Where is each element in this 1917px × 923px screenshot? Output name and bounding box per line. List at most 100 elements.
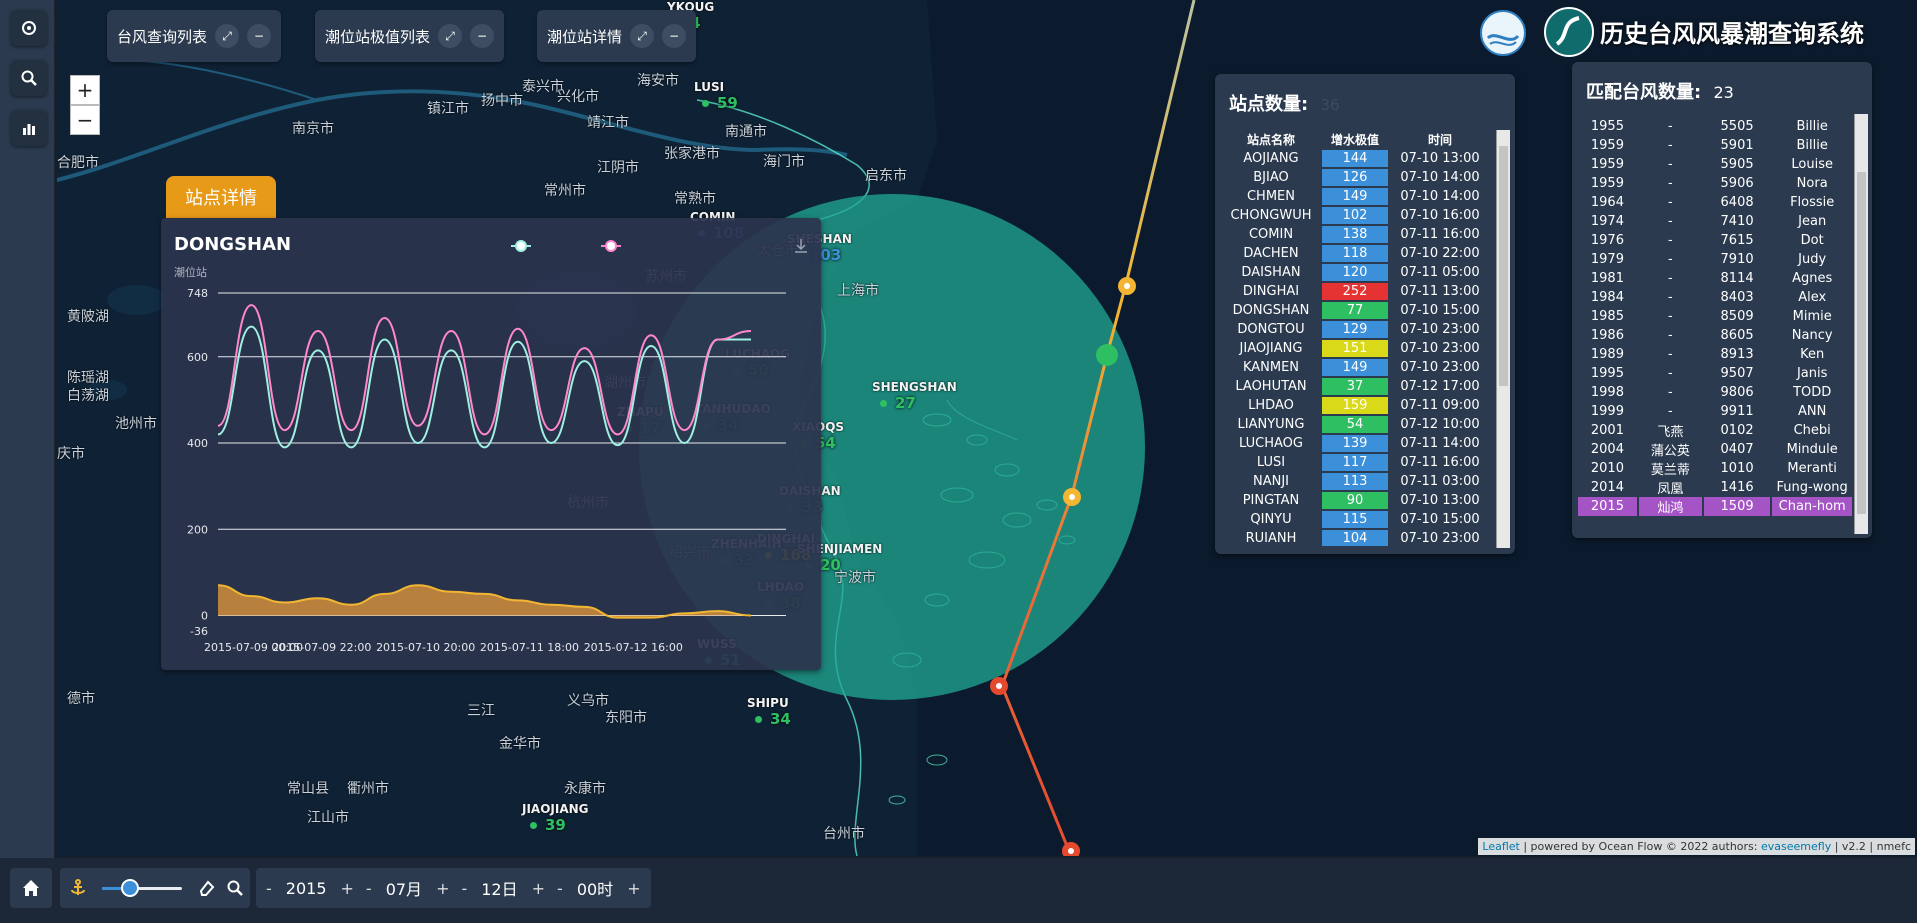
typhoon-row[interactable]: 1981 - 8114 Agnes bbox=[1578, 269, 1852, 288]
map-station-marker[interactable]: LUSI 59 bbox=[694, 80, 738, 112]
typhoon-row[interactable]: 1979 - 7910 Judy bbox=[1578, 250, 1852, 269]
typhoon-row[interactable]: 1955 - 5505 Billie bbox=[1578, 117, 1852, 136]
typhoon-row[interactable]: 2010 莫兰蒂 1010 Meranti bbox=[1578, 459, 1852, 478]
chart-series-line[interactable] bbox=[217, 325, 751, 449]
station-extreme-list-button[interactable]: 潮位站极值列表 ⤢ − bbox=[315, 10, 505, 62]
map-city-label: 黄陂湖 bbox=[67, 309, 109, 325]
station-row[interactable]: RUIANH 104 07-10 23:00 bbox=[1225, 529, 1487, 546]
station-detail-button[interactable]: 潮位站详情 ⤢ − bbox=[537, 10, 697, 62]
search-icon[interactable] bbox=[226, 879, 244, 897]
typhoon-scrollbar[interactable] bbox=[1854, 114, 1868, 534]
hour-increment[interactable]: + bbox=[621, 879, 646, 898]
station-row[interactable]: DAISHAN 120 07-11 05:00 bbox=[1225, 263, 1487, 282]
minimize-icon[interactable]: − bbox=[470, 24, 495, 48]
slider-knob[interactable] bbox=[121, 879, 139, 897]
station-row[interactable]: LHDAO 159 07-11 09:00 bbox=[1225, 396, 1487, 415]
typhoon-row-cn-name: - bbox=[1667, 366, 1673, 381]
expand-icon[interactable]: ⤢ bbox=[438, 24, 463, 48]
zoom-out-button[interactable]: − bbox=[70, 105, 100, 135]
station-scroll-thumb[interactable] bbox=[1499, 146, 1508, 386]
locate-icon[interactable] bbox=[11, 10, 47, 46]
bar-chart-icon[interactable] bbox=[11, 110, 47, 146]
station-table-wrap[interactable]: 站点名称 增水极值 时间 AOJIANG 144 07-10 13:00 BJIA… bbox=[1223, 130, 1493, 546]
station-row[interactable]: DONGSHAN 77 07-10 15:00 bbox=[1225, 301, 1487, 320]
station-row[interactable]: CHMEN 149 07-10 14:00 bbox=[1225, 187, 1487, 206]
typhoon-row-name: Jean bbox=[1798, 214, 1827, 229]
bottom-toolbar: - 2015 + - 07月 + - 12日 + - 00时 + bbox=[0, 858, 1917, 923]
station-detail-tab[interactable]: 站点详情 bbox=[166, 176, 276, 218]
typhoon-row[interactable]: 2014 凤凰 1416 Fung-wong bbox=[1578, 478, 1852, 497]
typhoon-row[interactable]: 1995 - 9507 Janis bbox=[1578, 364, 1852, 383]
station-row-name: DINGHAI bbox=[1242, 284, 1300, 299]
day-decrement[interactable]: - bbox=[455, 879, 473, 898]
map-station-name: SHIPU bbox=[747, 696, 789, 710]
typhoon-row[interactable]: 1986 - 8605 Nancy bbox=[1578, 326, 1852, 345]
leaflet-link[interactable]: Leaflet bbox=[1482, 840, 1519, 853]
author-link[interactable]: evaseemefly bbox=[1761, 840, 1831, 853]
station-row[interactable]: COMIN 138 07-11 16:00 bbox=[1225, 225, 1487, 244]
typhoon-row[interactable]: 1964 - 6408 Flossie bbox=[1578, 193, 1852, 212]
minimize-icon[interactable]: − bbox=[247, 24, 272, 48]
station-row[interactable]: JIAOJIANG 151 07-10 23:00 bbox=[1225, 339, 1487, 358]
station-row[interactable]: NANJI 113 07-11 03:00 bbox=[1225, 472, 1487, 491]
map-city-label: 启东市 bbox=[865, 168, 907, 184]
typhoon-row[interactable]: 1998 - 9806 TODD bbox=[1578, 383, 1852, 402]
station-row[interactable]: DONGTOU 129 07-10 23:00 bbox=[1225, 320, 1487, 339]
year-increment[interactable]: + bbox=[335, 879, 360, 898]
home-button[interactable] bbox=[10, 868, 52, 908]
opacity-slider[interactable] bbox=[102, 879, 182, 897]
typhoon-row-name: Agnes bbox=[1792, 271, 1833, 286]
map-station-marker[interactable]: SHIPU 34 bbox=[747, 696, 791, 728]
typhoon-row[interactable]: 1959 - 5906 Nora bbox=[1578, 174, 1852, 193]
typhoon-row[interactable]: 1976 - 7615 Dot bbox=[1578, 231, 1852, 250]
map-city-label: 常山县 bbox=[287, 781, 329, 797]
station-row[interactable]: DINGHAI 252 07-11 13:00 bbox=[1225, 282, 1487, 301]
typhoon-row[interactable]: 1985 - 8509 Mimie bbox=[1578, 307, 1852, 326]
typhoon-row[interactable]: 1959 - 5901 Billie bbox=[1578, 136, 1852, 155]
typhoon-row[interactable]: 1999 - 9911 ANN bbox=[1578, 402, 1852, 421]
station-row[interactable]: DACHEN 118 07-10 22:00 bbox=[1225, 244, 1487, 263]
typhoon-row[interactable]: 1959 - 5905 Louise bbox=[1578, 155, 1852, 174]
station-row[interactable]: QINYU 115 07-10 15:00 bbox=[1225, 510, 1487, 529]
expand-icon[interactable]: ⤢ bbox=[215, 24, 240, 48]
tide-chart[interactable]: 7486004002000-362015-07-09 00:002015-07-… bbox=[161, 218, 821, 670]
typhoon-row[interactable]: 2001 飞燕 0102 Chebi bbox=[1578, 421, 1852, 440]
zoom-search-icon[interactable] bbox=[11, 60, 47, 96]
station-row-name: COMIN bbox=[1248, 227, 1294, 242]
eraser-icon[interactable] bbox=[198, 879, 216, 897]
typhoon-row[interactable]: 1989 - 8913 Ken bbox=[1578, 345, 1852, 364]
typhoon-row[interactable]: 1974 - 7410 Jean bbox=[1578, 212, 1852, 231]
map-city-label: 东阳市 bbox=[605, 710, 647, 726]
anchor-icon[interactable] bbox=[68, 878, 88, 898]
typhoon-row[interactable]: 2004 蒲公英 0407 Mindule bbox=[1578, 440, 1852, 459]
typhoon-row[interactable]: 2015 灿鸿 1509 Chan-hom bbox=[1578, 497, 1852, 516]
typhoon-row-cn-name: - bbox=[1667, 252, 1673, 267]
year-decrement[interactable]: - bbox=[260, 879, 278, 898]
station-row[interactable]: KANMEN 149 07-10 23:00 bbox=[1225, 358, 1487, 377]
station-row[interactable]: BJIAO 126 07-10 14:00 bbox=[1225, 168, 1487, 187]
month-increment[interactable]: + bbox=[430, 879, 455, 898]
month-decrement[interactable]: - bbox=[360, 879, 378, 898]
zoom-in-button[interactable]: + bbox=[70, 75, 100, 105]
station-row[interactable]: LUCHAOG 139 07-11 14:00 bbox=[1225, 434, 1487, 453]
station-row[interactable]: LAOHUTAN 37 07-12 17:00 bbox=[1225, 377, 1487, 396]
station-row[interactable]: PINGTAN 90 07-10 13:00 bbox=[1225, 491, 1487, 510]
expand-icon[interactable]: ⤢ bbox=[630, 24, 655, 48]
station-row[interactable]: LIANYUNG 54 07-12 10:00 bbox=[1225, 415, 1487, 434]
station-row[interactable]: LUSI 117 07-11 16:00 bbox=[1225, 453, 1487, 472]
typhoon-scroll-thumb[interactable] bbox=[1857, 172, 1866, 514]
typhoon-row[interactable]: 1984 - 8403 Alex bbox=[1578, 288, 1852, 307]
hour-decrement[interactable]: - bbox=[551, 879, 569, 898]
station-scrollbar[interactable] bbox=[1496, 130, 1510, 548]
map-station-marker[interactable]: SHENGSHAN 27 bbox=[872, 380, 957, 412]
typhoon-count-title: 匹配台风数量: 23 bbox=[1586, 78, 1734, 104]
minimize-icon[interactable]: − bbox=[662, 24, 687, 48]
typhoon-query-list-button[interactable]: 台风查询列表 ⤢ − bbox=[107, 10, 282, 62]
station-row[interactable]: AOJIANG 144 07-10 13:00 bbox=[1225, 149, 1487, 168]
institute-logo-icon bbox=[1480, 10, 1526, 56]
station-row[interactable]: CHONGWUH 102 07-10 16:00 bbox=[1225, 206, 1487, 225]
day-increment[interactable]: + bbox=[526, 879, 551, 898]
typhoon-table-wrap[interactable]: 1951 - 5122 Pat1955 - 5505 Billie1959 - … bbox=[1576, 112, 1854, 534]
station-row-value-cell: 113 bbox=[1319, 472, 1391, 491]
map-station-marker[interactable]: JIAOJIANG 39 bbox=[522, 802, 589, 834]
